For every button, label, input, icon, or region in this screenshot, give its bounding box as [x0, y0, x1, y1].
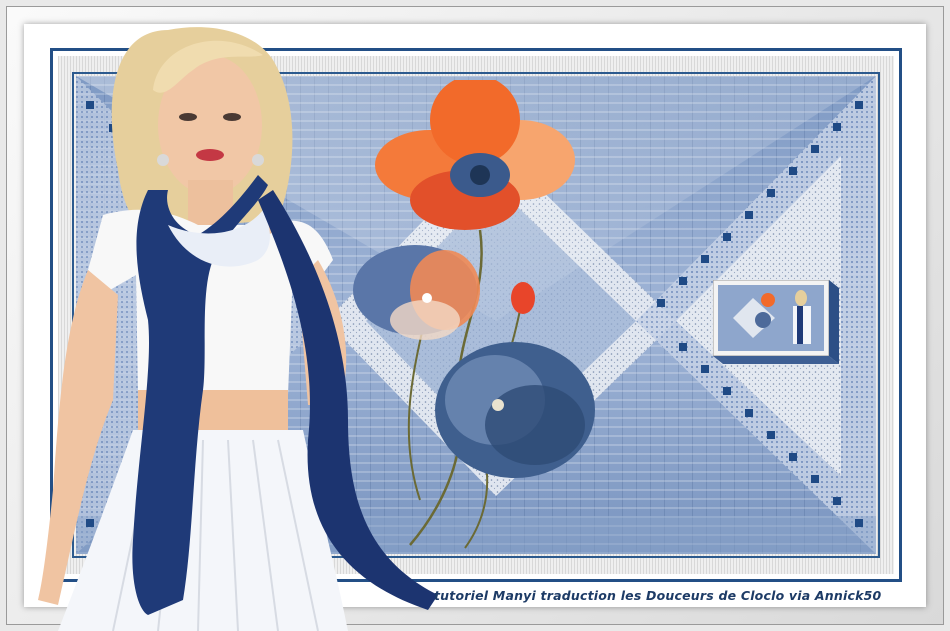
tutorial-credit-text: tutoriel Manyi traduction les Douceurs d… [434, 588, 882, 603]
artwork-thumbnail [713, 280, 839, 364]
artwork-canvas: tutoriel Manyi traduction les Douceurs d… [0, 0, 950, 631]
woman-figure [38, 27, 438, 631]
